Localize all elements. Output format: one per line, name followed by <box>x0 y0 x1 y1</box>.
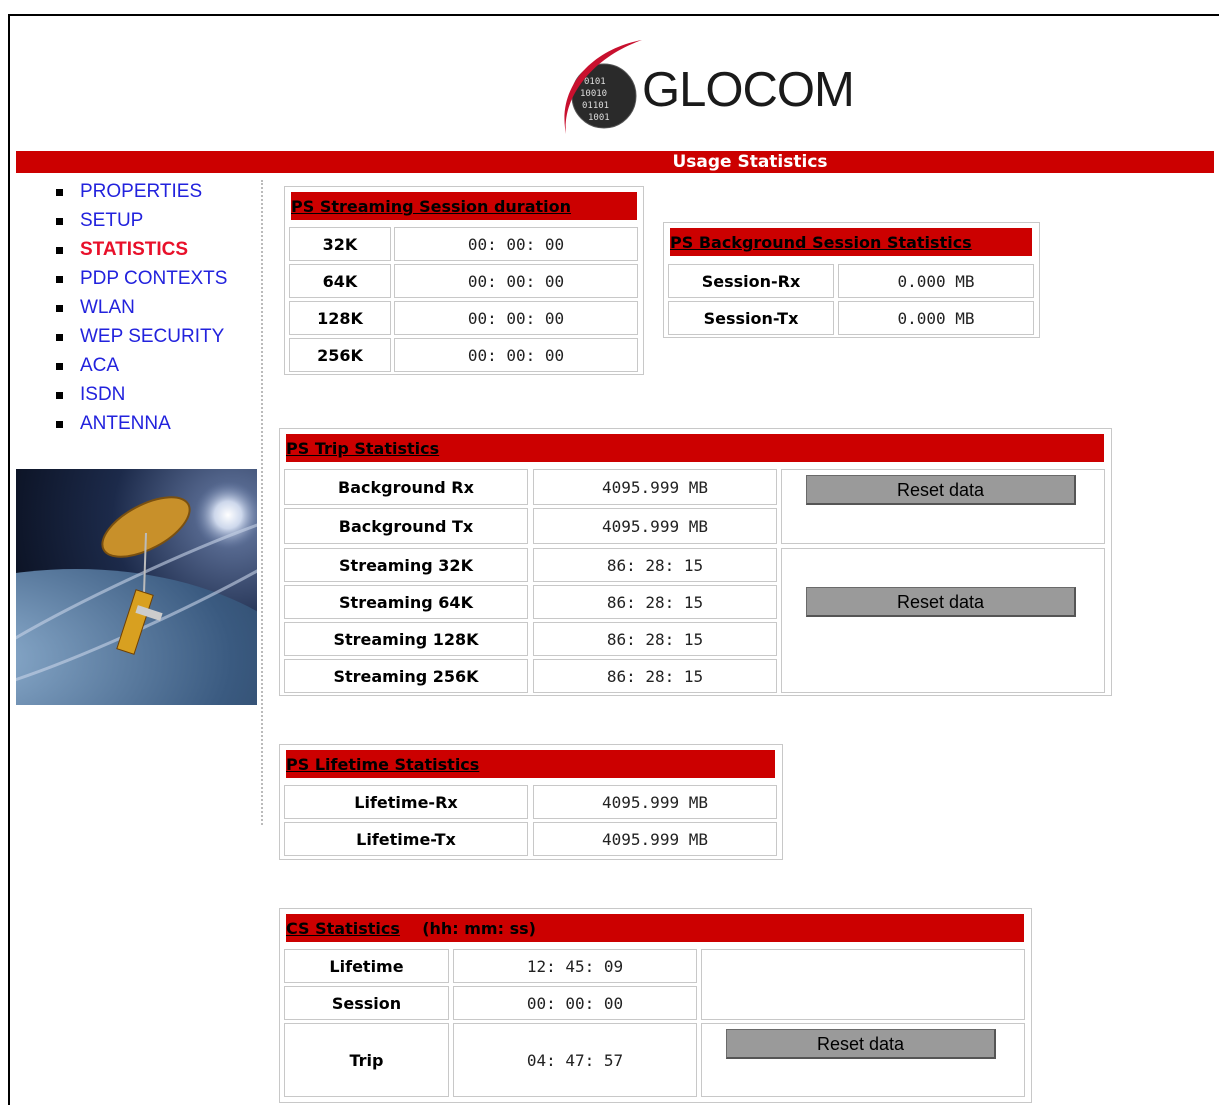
cs-value: 04: 47: 57 <box>453 1023 697 1097</box>
cs-title: CS Statistics (hh: mm: ss) <box>286 914 1024 942</box>
nav-item-statistics[interactable]: STATISTICS <box>54 238 227 267</box>
nav-item-label: PROPERTIES <box>80 181 203 202</box>
background-label: Session-Rx <box>668 264 834 298</box>
svg-text:01101: 01101 <box>582 101 609 111</box>
background-label: Session-Tx <box>668 301 834 335</box>
trip-title-text: PS Trip Statistics <box>286 439 440 458</box>
bullet-icon <box>56 421 63 428</box>
cs-value: 00: 00: 00 <box>453 986 697 1020</box>
trip-label: Streaming 64K <box>284 585 528 619</box>
lifetime-label: Lifetime-Tx <box>284 822 528 856</box>
trip-value: 4095.999 MB <box>533 508 777 544</box>
streaming-label: 256K <box>289 338 391 372</box>
globe-swoosh-icon: 0101 10010 01101 1001 <box>564 40 642 134</box>
streaming-label: 32K <box>289 227 391 261</box>
cs-value: 12: 45: 09 <box>453 949 697 983</box>
trip-value: 86: 28: 15 <box>533 548 777 582</box>
lifetime-label: Lifetime-Rx <box>284 785 528 819</box>
nav-item-label: ISDN <box>80 384 126 405</box>
bullet-icon <box>56 334 63 341</box>
reset-background-button[interactable]: Reset data <box>806 475 1076 505</box>
nav-item-label: STATISTICS <box>80 239 189 260</box>
nav-item-isdn[interactable]: ISDN <box>54 383 227 412</box>
sidebar-nav: PROPERTIES SETUP STATISTICS PDP CONTEXTS… <box>54 180 227 441</box>
trip-value: 86: 28: 15 <box>533 585 777 619</box>
trip-action-cell <box>781 548 1105 693</box>
streaming-value: 00: 00: 00 <box>394 227 638 261</box>
trip-value: 86: 28: 15 <box>533 622 777 656</box>
cs-label: Trip <box>284 1023 449 1097</box>
satellite-image <box>16 469 257 705</box>
nav-item-properties[interactable]: PROPERTIES <box>54 180 227 209</box>
nav-item-wlan[interactable]: WLAN <box>54 296 227 325</box>
background-title-text: PS Background Session Statistics <box>670 233 972 252</box>
title-banner: Usage Statistics <box>16 151 1214 173</box>
nav-item-label: WEP SECURITY <box>80 326 225 347</box>
trip-label: Streaming 128K <box>284 622 528 656</box>
streaming-value: 00: 00: 00 <box>394 301 638 335</box>
page-title: Usage Statistics <box>672 152 828 172</box>
cs-label: Session <box>284 986 449 1020</box>
svg-text:10010: 10010 <box>580 89 607 99</box>
lifetime-title: PS Lifetime Statistics <box>286 750 775 778</box>
brand-name: GLOCOM <box>642 63 855 117</box>
nav-item-label: SETUP <box>80 210 144 231</box>
trip-label: Background Tx <box>284 508 528 544</box>
cs-label: Lifetime <box>284 949 449 983</box>
nav-item-antenna[interactable]: ANTENNA <box>54 412 227 441</box>
lifetime-value: 4095.999 MB <box>533 822 777 856</box>
streaming-value: 00: 00: 00 <box>394 338 638 372</box>
bullet-icon <box>56 218 63 225</box>
background-value: 0.000 MB <box>838 301 1034 335</box>
svg-text:1001: 1001 <box>588 113 610 123</box>
streaming-label: 64K <box>289 264 391 298</box>
trip-value: 86: 28: 15 <box>533 659 777 693</box>
trip-title: PS Trip Statistics <box>286 434 1104 462</box>
cs-empty-cell <box>701 949 1025 1020</box>
bullet-icon <box>56 189 63 196</box>
trip-label: Streaming 32K <box>284 548 528 582</box>
nav-item-wep-security[interactable]: WEP SECURITY <box>54 325 227 354</box>
reset-streaming-button[interactable]: Reset data <box>806 587 1076 617</box>
bullet-icon <box>56 276 63 283</box>
bullet-icon <box>56 305 63 312</box>
background-value: 0.000 MB <box>838 264 1034 298</box>
trip-label: Streaming 256K <box>284 659 528 693</box>
cs-unit: (hh: mm: ss) <box>422 919 536 938</box>
svg-text:0101: 0101 <box>584 77 606 87</box>
cs-title-text: CS Statistics <box>286 919 400 938</box>
lifetime-value: 4095.999 MB <box>533 785 777 819</box>
nav-item-label: WLAN <box>80 297 135 318</box>
nav-item-aca[interactable]: ACA <box>54 354 227 383</box>
nav-item-setup[interactable]: SETUP <box>54 209 227 238</box>
streaming-label: 128K <box>289 301 391 335</box>
streaming-title-text: PS Streaming Session duration <box>291 197 572 216</box>
reset-cs-button[interactable]: Reset data <box>726 1029 996 1059</box>
nav-item-label: ACA <box>80 355 120 376</box>
nav-item-pdp-contexts[interactable]: PDP CONTEXTS <box>54 267 227 296</box>
bullet-icon <box>56 247 63 254</box>
sidebar-divider <box>261 180 263 825</box>
background-title: PS Background Session Statistics <box>670 228 1032 256</box>
nav-item-label: PDP CONTEXTS <box>80 268 228 289</box>
streaming-title: PS Streaming Session duration <box>291 192 637 220</box>
trip-label: Background Rx <box>284 469 528 505</box>
lifetime-title-text: PS Lifetime Statistics <box>286 755 480 774</box>
nav-item-label: ANTENNA <box>80 413 171 434</box>
bullet-icon <box>56 392 63 399</box>
streaming-value: 00: 00: 00 <box>394 264 638 298</box>
bullet-icon <box>56 363 63 370</box>
trip-value: 4095.999 MB <box>533 469 777 505</box>
